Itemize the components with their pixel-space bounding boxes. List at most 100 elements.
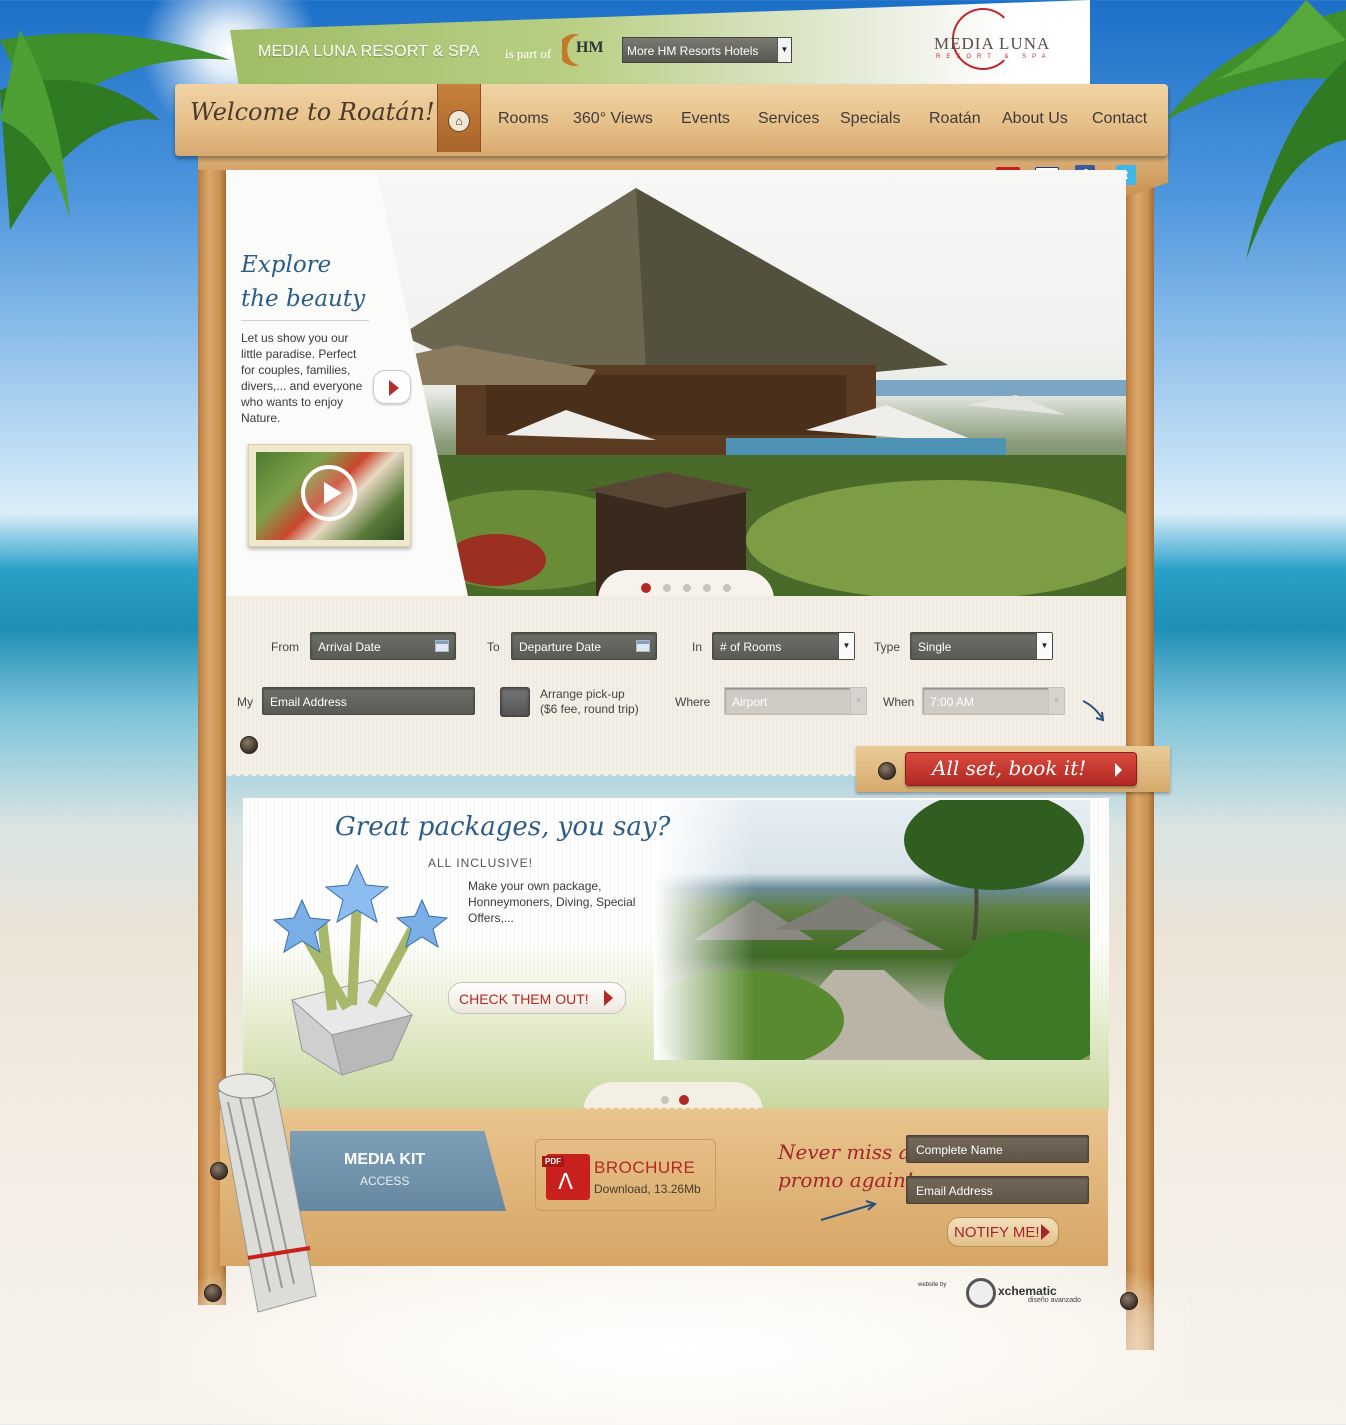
chevron-down-icon: ▼ — [1048, 688, 1064, 714]
calendar-icon[interactable] — [435, 640, 449, 652]
where-label: Where — [675, 695, 711, 709]
play-icon[interactable] — [301, 465, 357, 521]
explore-title-line2: the beauty — [241, 286, 366, 312]
explore-title: Explore the beauty — [241, 248, 365, 316]
check-them-out-button[interactable]: CHECK THEM OUT! — [448, 982, 626, 1014]
newsletter-title: Never miss a promo again! — [778, 1138, 914, 1194]
home-button[interactable]: ⌂ — [437, 84, 481, 152]
complete-name-input[interactable]: Complete Name — [906, 1135, 1089, 1163]
arrow-right-icon — [389, 380, 399, 396]
video-thumbnail[interactable] — [248, 444, 411, 547]
complete-name-placeholder: Complete Name — [916, 1143, 1003, 1157]
email-input[interactable]: Email Address — [262, 687, 475, 715]
chevron-down-icon: ▼ — [777, 38, 791, 62]
nav-contact[interactable]: Contact — [1092, 110, 1147, 128]
to-label: To — [487, 640, 500, 654]
credit-by: website by — [918, 1282, 947, 1288]
pickup-label: Arrange pick-up ($6 fee, round trip) — [540, 687, 639, 717]
slider-dot-2[interactable] — [663, 584, 671, 592]
newsletter-title-line2: promo again! — [778, 1168, 914, 1192]
arrow-right-icon — [604, 990, 613, 1006]
when-select[interactable]: 7:00 AM ▼ — [922, 687, 1065, 715]
newsletter-email-placeholder: Email Address — [916, 1184, 993, 1198]
packages-title: Great packages, you say? — [335, 812, 671, 842]
departure-date-input[interactable]: Departure Date — [511, 632, 657, 660]
screw-icon — [240, 736, 258, 754]
pickup-checkbox[interactable] — [500, 687, 530, 717]
nav-events[interactable]: Events — [681, 110, 730, 128]
media-kit-button[interactable]: MEDIA KIT ACCESS — [290, 1131, 506, 1211]
slider-dot-1[interactable] — [661, 1096, 669, 1104]
nav-rooms[interactable]: Rooms — [498, 110, 549, 128]
slider-dot-4[interactable] — [703, 584, 711, 592]
pickup-label-line1: Arrange pick-up — [540, 687, 625, 701]
home-icon: ⌂ — [448, 110, 470, 132]
brochure-title[interactable]: BROCHURE — [594, 1158, 695, 1178]
newspaper-roll-icon — [217, 1073, 317, 1313]
stars-gift-box-icon — [272, 863, 449, 1077]
logo-sub: RESORT & SPA — [936, 54, 1052, 60]
arrow-hint-icon — [820, 1200, 877, 1221]
arrival-date-placeholder: Arrival Date — [318, 640, 381, 654]
welcome-title: Welcome to Roatán! — [190, 98, 435, 126]
arrow-right-icon — [1041, 1224, 1050, 1240]
screw-icon — [1120, 1292, 1138, 1310]
divider — [241, 320, 369, 321]
book-it-button[interactable]: All set, book it! — [905, 752, 1137, 786]
media-luna-logo[interactable]: MEDIA LUNA RESORT & SPA — [928, 8, 1068, 78]
type-select[interactable]: Single ▼ — [910, 632, 1053, 660]
departure-date-placeholder: Departure Date — [519, 640, 602, 654]
book-it-label: All set, book it! — [932, 756, 1087, 780]
chevron-down-icon: ▼ — [838, 633, 854, 659]
pdf-tag: PDF — [542, 1156, 564, 1167]
newsletter-title-line1: Never miss a — [778, 1140, 911, 1164]
my-label: My — [237, 695, 253, 709]
where-select-value: Airport — [732, 695, 768, 709]
hm-logo-text: HM — [576, 39, 604, 56]
notify-me-button[interactable]: NOTIFY ME! — [947, 1217, 1059, 1247]
website-credit[interactable]: website by xchematic diseño avanzado — [918, 1276, 1088, 1312]
rooms-select-value: # of Rooms — [720, 640, 782, 654]
chevron-down-icon: ▼ — [1036, 633, 1052, 659]
media-kit-sub: ACCESS — [360, 1174, 410, 1188]
when-select-value: 7:00 AM — [930, 695, 975, 709]
explore-text: Let us show you our little paradise. Per… — [241, 331, 363, 425]
brochure-size: Download, 13.26Mb — [594, 1182, 701, 1196]
check-them-out-label: CHECK THEM OUT! — [459, 991, 589, 1007]
nav-about-us[interactable]: About Us — [1002, 110, 1068, 128]
pickup-label-line2: ($6 fee, round trip) — [540, 702, 639, 716]
explore-title-line1: Explore — [241, 252, 332, 278]
screw-icon — [878, 762, 896, 780]
calendar-icon[interactable] — [636, 640, 650, 652]
credit-name: xchematic — [998, 1284, 1057, 1298]
slider-dot-1[interactable] — [641, 583, 651, 593]
slider-dot-3[interactable] — [683, 584, 691, 592]
arrow-hint-icon — [1082, 700, 1105, 722]
logo-name: MEDIA LUNA — [934, 34, 1051, 53]
in-label: In — [692, 640, 703, 654]
resort-name: MEDIA LUNA RESORT & SPA — [258, 43, 480, 60]
arrival-date-input[interactable]: Arrival Date — [310, 632, 456, 660]
nav-360-views[interactable]: 360° Views — [573, 110, 653, 128]
pdf-icon[interactable]: PDF ᐱ — [542, 1154, 590, 1200]
more-hotels-select[interactable]: More HM Resorts Hotels ▼ — [622, 37, 792, 63]
explore-next-button[interactable] — [373, 370, 411, 404]
more-hotels-select-value: More HM Resorts Hotels — [627, 44, 759, 58]
arrow-right-icon — [1115, 763, 1122, 777]
xchematic-logo-icon — [966, 1278, 996, 1308]
hm-resorts-logo[interactable]: HM — [562, 33, 608, 67]
rooms-select[interactable]: # of Rooms ▼ — [712, 632, 855, 660]
nav-services[interactable]: Services — [758, 110, 819, 128]
from-label: From — [271, 640, 299, 654]
notify-me-label: NOTIFY ME! — [954, 1224, 1040, 1241]
when-label: When — [883, 695, 915, 709]
newsletter-email-input[interactable]: Email Address — [906, 1176, 1089, 1204]
nav-roatan[interactable]: Roatán — [929, 110, 981, 128]
nav-specials[interactable]: Specials — [840, 110, 900, 128]
is-part-of-label: is part of — [505, 46, 552, 61]
chevron-down-icon: ▼ — [850, 688, 866, 714]
slider-dot-5[interactable] — [723, 584, 731, 592]
type-label: Type — [874, 640, 901, 654]
type-select-value: Single — [918, 640, 952, 654]
where-select[interactable]: Airport ▼ — [724, 687, 867, 715]
